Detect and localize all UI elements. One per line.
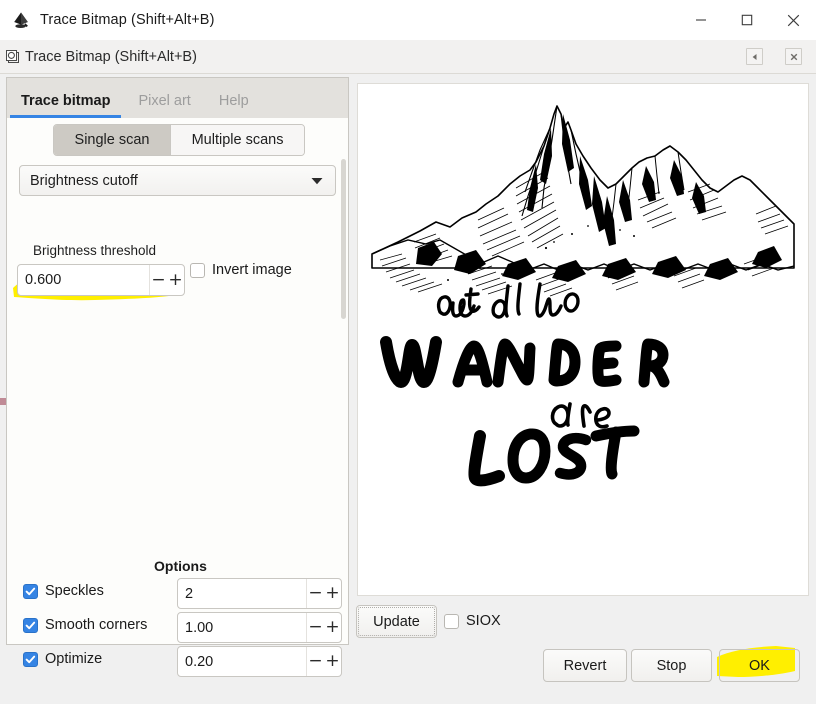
optimize-decrement[interactable]: −: [306, 647, 324, 676]
preview-artwork: [358, 84, 808, 595]
optimize-stepper: − +: [306, 647, 341, 676]
smooth-corners-stepper: − +: [306, 613, 341, 642]
invert-image-label: Invert image: [212, 262, 292, 278]
smooth-corners-label: Smooth corners: [45, 617, 148, 633]
siox-checkbox[interactable]: [444, 613, 459, 629]
smooth-corners-checkbox[interactable]: [23, 617, 38, 633]
dock-title: Trace Bitmap (Shift+Alt+B): [25, 48, 197, 65]
option-row-speckles[interactable]: Speckles: [23, 583, 104, 599]
panel-scrollbar-thumb[interactable]: [341, 159, 346, 319]
speckles-checkbox[interactable]: [23, 583, 38, 599]
close-button[interactable]: [770, 0, 816, 40]
invert-image-checkbox[interactable]: [190, 262, 205, 278]
smooth-corners-decrement[interactable]: −: [306, 613, 324, 642]
optimize-label: Optimize: [45, 651, 103, 667]
smooth-corners-value[interactable]: 1.00: [185, 620, 306, 636]
minimize-button[interactable]: [678, 0, 724, 40]
smooth-corners-increment[interactable]: +: [324, 613, 341, 642]
dock-collapse-icon[interactable]: [746, 48, 763, 65]
dialog-trace-icon: [4, 48, 22, 66]
scan-mode-single-scan[interactable]: Single scan: [54, 125, 171, 155]
brightness-threshold-label: Brightness threshold: [33, 243, 157, 258]
panel-body: Single scan Multiple scans Brightness cu…: [7, 118, 348, 677]
revert-button[interactable]: Revert: [543, 649, 627, 682]
ok-button-label: OK: [749, 657, 770, 674]
invert-image-checkbox-row[interactable]: Invert image: [190, 262, 292, 278]
tab-pixel-art-label: Pixel art: [138, 93, 191, 109]
update-button[interactable]: Update: [356, 605, 437, 638]
maximize-button[interactable]: [724, 0, 770, 40]
dock-header: Trace Bitmap (Shift+Alt+B): [0, 40, 816, 74]
scan-mode-toggle: Single scan Multiple scans: [53, 124, 305, 156]
optimize-increment[interactable]: +: [324, 647, 341, 676]
window-titlebar: Trace Bitmap (Shift+Alt+B): [0, 0, 816, 41]
brightness-threshold-stepper: − +: [149, 265, 184, 295]
tab-pixel-art[interactable]: Pixel art: [124, 93, 204, 118]
revert-button-label: Revert: [563, 657, 607, 674]
speckles-label: Speckles: [45, 583, 104, 599]
panel-scrollbar[interactable]: [340, 159, 347, 683]
smooth-corners-spinbox[interactable]: 1.00 − +: [177, 612, 342, 643]
update-button-label: Update: [373, 613, 420, 630]
dock-header-buttons: [746, 40, 802, 73]
detection-mode-value: Brightness cutoff: [30, 172, 138, 189]
speckles-spinbox[interactable]: 2 − +: [177, 578, 342, 609]
speckles-decrement[interactable]: −: [306, 579, 324, 608]
inkscape-logo-icon: [10, 9, 32, 31]
ok-button[interactable]: OK: [719, 649, 800, 682]
option-row-optimize[interactable]: Optimize: [23, 651, 102, 667]
detection-mode-dropdown[interactable]: Brightness cutoff: [19, 165, 336, 196]
brightness-threshold-decrement[interactable]: −: [149, 265, 167, 295]
speckles-stepper: − +: [306, 579, 341, 608]
window-title: Trace Bitmap (Shift+Alt+B): [40, 12, 215, 28]
scan-mode-multiple-scans-label: Multiple scans: [191, 132, 284, 148]
options-heading: Options: [154, 558, 207, 574]
tab-help[interactable]: Help: [205, 93, 263, 118]
siox-label: SIOX: [466, 613, 501, 629]
speckles-increment[interactable]: +: [324, 579, 341, 608]
scan-mode-single-scan-label: Single scan: [74, 132, 150, 148]
brightness-threshold-spinbox[interactable]: 0.600 − +: [17, 264, 185, 296]
optimize-spinbox[interactable]: 0.20 − +: [177, 646, 342, 677]
siox-checkbox-row[interactable]: SIOX: [444, 613, 501, 629]
brightness-threshold-value[interactable]: 0.600: [25, 272, 149, 288]
panel-tabstrip: Trace bitmap Pixel art Help: [7, 78, 348, 118]
optimize-value[interactable]: 0.20: [185, 654, 306, 670]
dock-close-icon[interactable]: [785, 48, 802, 65]
tab-trace-bitmap[interactable]: Trace bitmap: [7, 93, 124, 118]
speckles-value[interactable]: 2: [185, 586, 306, 602]
stop-button[interactable]: Stop: [631, 649, 712, 682]
tab-help-label: Help: [218, 93, 249, 109]
trace-bitmap-dialog: Trace Bitmap (Shift+Alt+B) Trace Bitmap …: [0, 0, 816, 704]
scan-mode-multiple-scans[interactable]: Multiple scans: [170, 125, 304, 155]
chevron-down-icon: [311, 172, 323, 190]
stop-button-label: Stop: [656, 657, 687, 674]
window-controls: [678, 0, 816, 40]
optimize-checkbox[interactable]: [23, 651, 38, 667]
trace-options-panel: Trace bitmap Pixel art Help Single scan …: [6, 77, 349, 677]
option-row-smooth-corners[interactable]: Smooth corners: [23, 617, 147, 633]
trace-preview-panel: [357, 83, 809, 596]
tab-trace-bitmap-label: Trace bitmap: [21, 93, 111, 109]
brightness-threshold-increment[interactable]: +: [167, 265, 184, 295]
